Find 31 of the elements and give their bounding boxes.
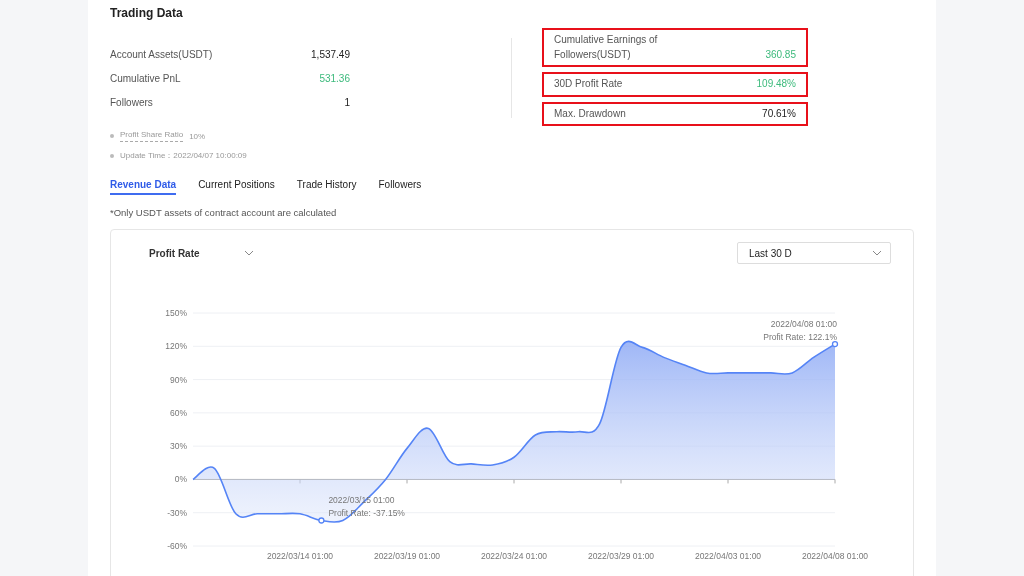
stat-label: Cumulative Earnings of Followers(USDT): [554, 33, 659, 62]
note-text: Update Time：2022/04/07 10:00:09: [120, 150, 247, 161]
axis-label: 2022/03/24 01:00: [480, 551, 548, 561]
note-value: 10%: [189, 131, 206, 141]
axis-label: -30%: [167, 507, 187, 518]
stat-value: 360.85: [765, 47, 796, 62]
stat-value: 531.36: [319, 72, 350, 84]
axis-label: 2022/04/08 01:00: [801, 551, 869, 561]
axis-label: 2022/03/19 01:00: [373, 551, 441, 561]
section-title: Trading Data: [110, 6, 183, 20]
axis-label: -60%: [167, 541, 187, 551]
axis-label: 2022/03/29 01:00: [587, 551, 655, 561]
stat-value: 1: [344, 96, 350, 108]
axis-label: 2022/04/03 01:00: [694, 551, 762, 561]
disclaimer-text: *Only USDT assets of contract account are calculated: [110, 207, 338, 218]
stat-label: Cumulative PnL: [110, 72, 181, 84]
axis-label: 120%: [165, 341, 187, 352]
stat-value: 1,537.49: [311, 48, 350, 60]
stat-label: Max. Drawdown: [554, 106, 627, 121]
stat-label: 30D Profit Rate: [554, 77, 624, 91]
axis-label: 30%: [170, 441, 187, 452]
axis-label: 150%: [165, 308, 187, 318]
stat-label: Account Assets(USDT): [110, 48, 213, 60]
stat-value: 70.61%: [762, 106, 796, 121]
stat-label: Followers: [110, 96, 153, 108]
axis-label: 0%: [174, 474, 187, 485]
axis-label: 2022/03/14 01:00: [266, 551, 334, 561]
tooltip-text: 2022/04/08 01:00 Profit Rate: 122.1%: [763, 319, 837, 343]
stat-value: 109.48%: [756, 77, 796, 91]
axis-label: 60%: [170, 407, 187, 418]
axis-label: 90%: [170, 374, 187, 385]
